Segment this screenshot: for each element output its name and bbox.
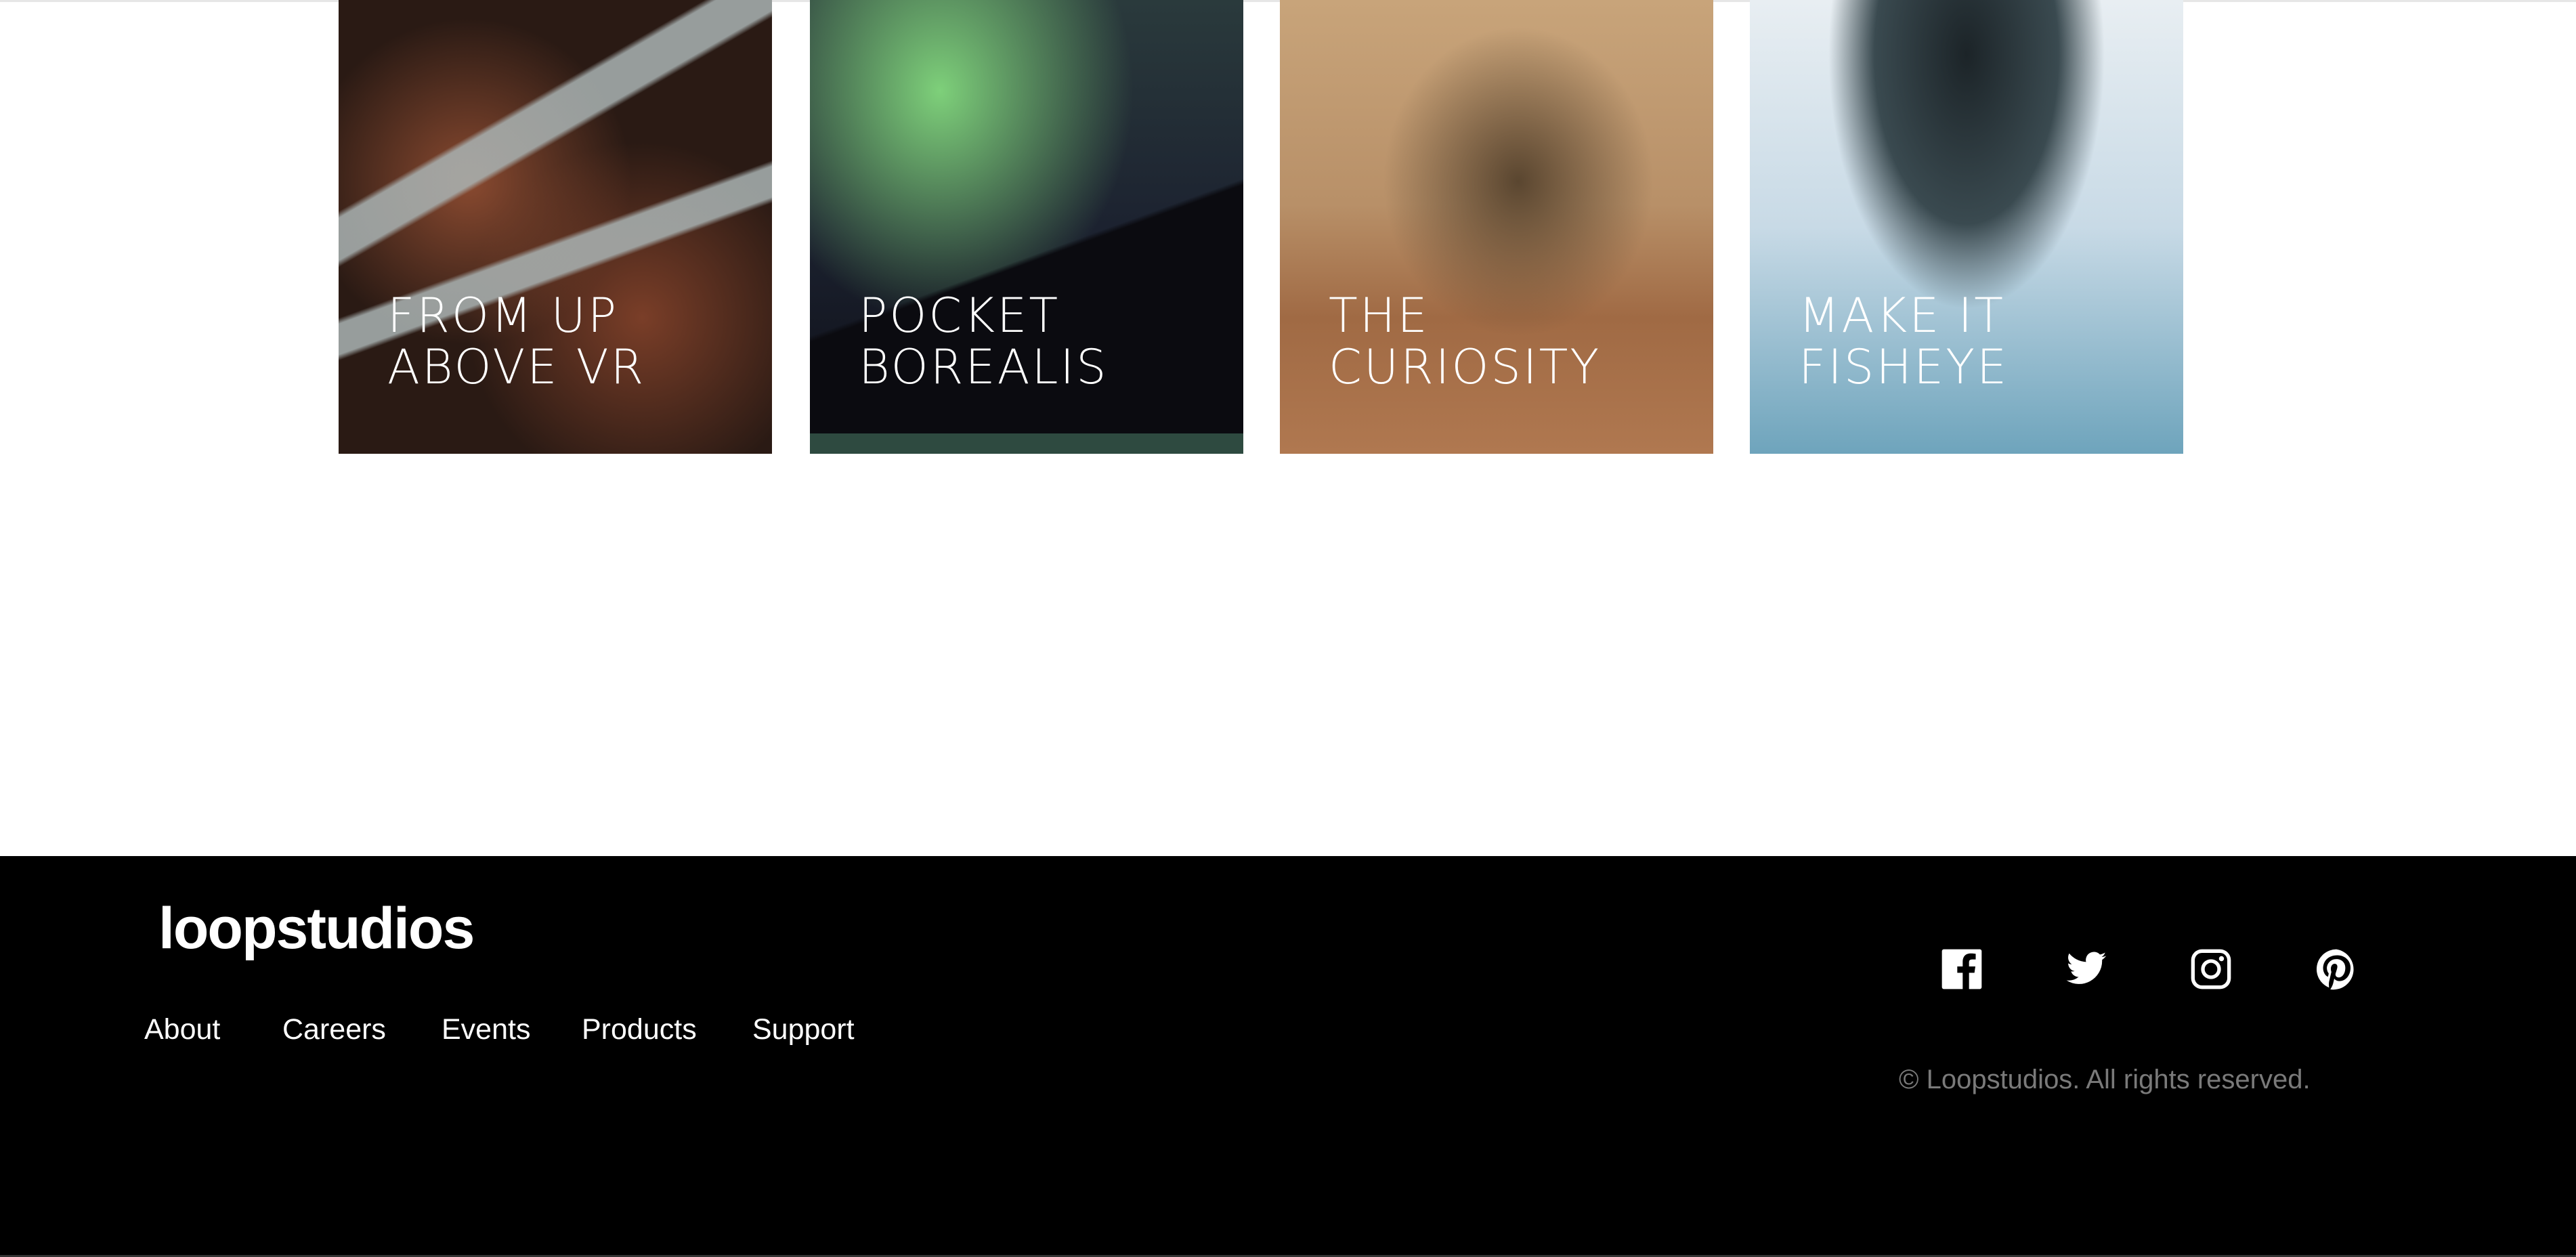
- nav-support[interactable]: Support: [752, 1013, 855, 1046]
- creation-card-pocket-borealis[interactable]: Pocket borealis: [810, 0, 1243, 454]
- creation-card-make-it-fisheye[interactable]: Make it fisheye: [1750, 0, 2183, 454]
- copyright: © Loopstudios. All rights reserved.: [1899, 1065, 2311, 1094]
- card-title: Pocket borealis: [859, 288, 1109, 395]
- creation-card-from-up-above-vr[interactable]: From up above VR: [339, 0, 772, 454]
- nav-careers[interactable]: Careers: [282, 1013, 386, 1046]
- facebook-icon[interactable]: [1940, 947, 1983, 991]
- logo[interactable]: loopstudios: [158, 895, 475, 962]
- card-title: From up above VR: [387, 288, 646, 395]
- nav-events[interactable]: Events: [442, 1013, 530, 1046]
- card-title: The curiosity: [1329, 288, 1602, 395]
- creation-card-the-curiosity[interactable]: The curiosity: [1280, 0, 1713, 454]
- instagram-icon[interactable]: [2189, 947, 2233, 991]
- pinterest-icon[interactable]: [2315, 947, 2358, 991]
- nav-about[interactable]: About: [144, 1013, 220, 1046]
- footer: loopstudios About Careers Events Product…: [0, 856, 2576, 1256]
- card-title: Make it fisheye: [1799, 288, 2009, 395]
- twitter-icon[interactable]: [2065, 947, 2108, 991]
- nav-products[interactable]: Products: [582, 1013, 697, 1046]
